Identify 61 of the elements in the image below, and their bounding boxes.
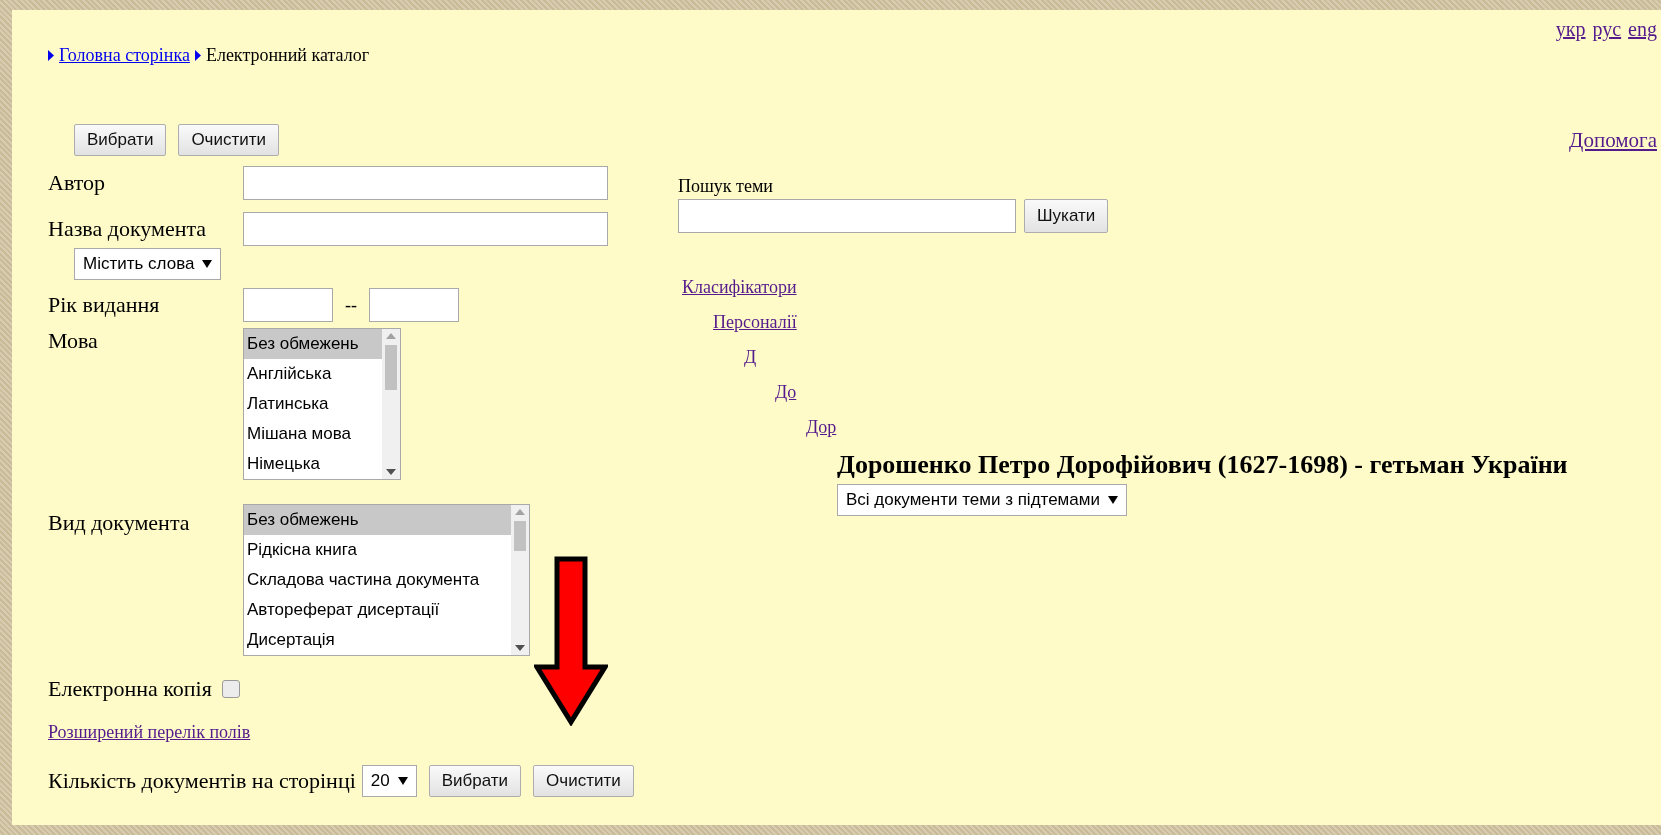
field-label: Рік видання (48, 292, 161, 318)
search-button[interactable]: Шукати (1024, 199, 1109, 233)
breadcrumb-link[interactable]: Головна сторінка (59, 45, 190, 66)
form-button[interactable]: Очистити (533, 765, 634, 797)
caret-icon (397, 777, 408, 785)
scroll-thumb[interactable] (385, 345, 397, 390)
field-label: Мова (48, 328, 99, 354)
form-button[interactable]: Вибрати (74, 124, 167, 156)
caret-icon (202, 260, 213, 268)
breadcrumb-current: Електронний каталог (205, 45, 370, 66)
list-option[interactable]: Дисертація (244, 625, 511, 655)
field-label: Кількість документів на сторінці (48, 768, 356, 794)
field-label: Автор (48, 170, 107, 196)
range-separator: -- (345, 294, 357, 316)
list-option[interactable]: Складова частина документа (244, 565, 511, 595)
topic-title: Дорошенко Петро Дорофійович (1627-1698) - гетьман України (837, 450, 1568, 480)
triangle-icon (194, 50, 201, 61)
search-label: Пошук теми (678, 176, 774, 197)
year-to-field[interactable] (369, 288, 459, 322)
list-option[interactable]: Мішана мова (244, 419, 382, 449)
list-option[interactable]: Латинська (244, 389, 382, 419)
extended-fields-link[interactable]: Розширений перелік полів (48, 722, 251, 743)
tree-link[interactable]: Д (744, 347, 757, 367)
scrollbar[interactable] (382, 329, 400, 479)
match-dropdown[interactable]: Містить слова (74, 248, 222, 280)
scroll-up-icon (515, 509, 525, 515)
tree-link[interactable]: До (775, 382, 797, 402)
tree-link[interactable]: Класифікатори (682, 277, 797, 297)
field-label: Назва документа (48, 216, 208, 242)
help-link[interactable]: Допомога (1569, 127, 1657, 153)
scroll-down-icon (386, 469, 396, 475)
form-button[interactable]: Вибрати (428, 765, 522, 797)
form-button[interactable]: Очистити (178, 124, 280, 156)
scope-dropdown[interactable]: Всі документи теми з підтемами (837, 484, 1127, 516)
language-link[interactable]: укр (1555, 18, 1586, 41)
list-option[interactable]: Автореферат дисертації (244, 595, 511, 625)
title-field[interactable] (243, 212, 608, 246)
language-link[interactable]: рус (1592, 18, 1622, 41)
tree-link[interactable]: Персоналії (713, 312, 797, 332)
list-option[interactable]: Рідкісна книга (244, 535, 511, 565)
per-page-dropdown[interactable]: 20 (361, 765, 417, 797)
scroll-up-icon (386, 333, 396, 339)
list-box[interactable]: Без обмежень Рідкісна книга Складова частина документа Автореферат дисертації Дисертація (243, 504, 530, 656)
field-label: Електронна копія (48, 676, 212, 702)
list-box[interactable]: Без обмежень Англійська Латинська Мішана мова Німецька (243, 328, 401, 480)
tree-link[interactable]: Дор (806, 417, 837, 437)
field-label: Вид документа (48, 510, 191, 536)
triangle-icon (48, 50, 54, 61)
topic-search-field[interactable] (678, 199, 1016, 233)
list-option[interactable]: Без обмежень (244, 505, 511, 535)
list-option[interactable]: Без обмежень (244, 329, 382, 359)
scroll-down-icon (515, 645, 525, 651)
checkbox[interactable] (221, 680, 240, 698)
list-option[interactable]: Німецька (244, 449, 382, 479)
year-from-field[interactable] (243, 288, 333, 322)
author-field[interactable] (243, 166, 608, 200)
caret-icon (1107, 496, 1118, 504)
list-option[interactable]: Англійська (244, 359, 382, 389)
language-link[interactable]: eng (1628, 18, 1657, 41)
scrollbar[interactable] (511, 505, 529, 655)
scroll-thumb[interactable] (514, 521, 526, 551)
